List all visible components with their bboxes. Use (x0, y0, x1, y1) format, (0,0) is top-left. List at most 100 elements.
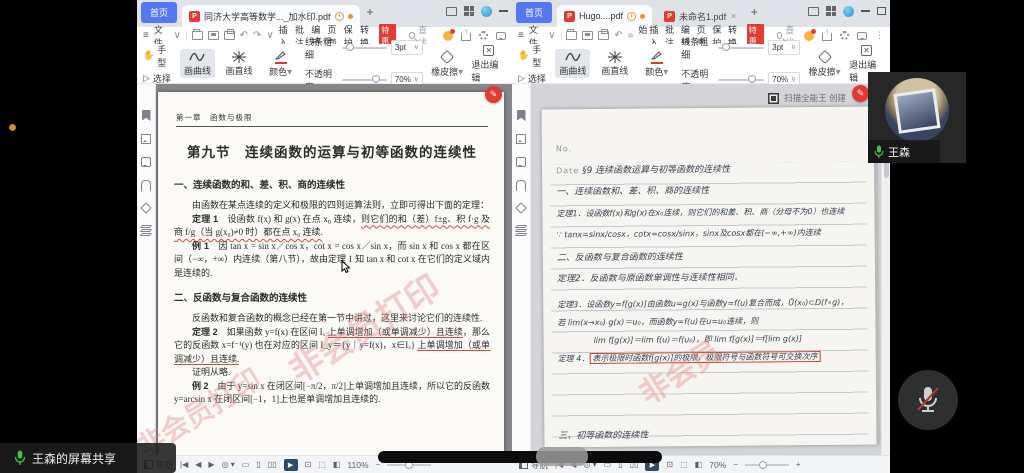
zoom-slider[interactable] (387, 464, 431, 466)
mute-microphone-button[interactable] (898, 370, 958, 430)
zoom-level[interactable]: 110% (347, 460, 368, 470)
textbook-page[interactable]: 第一章 函数与极限 第九节 连续函数的运算与初等函数的连续性 一、连续函数的和、… (158, 92, 504, 455)
handwritten-notes-page[interactable]: No. Date §9 连续函数运算与初等函数的连续性 一、连续函数和、差、积、… (542, 107, 879, 448)
scroll-pill-overlay[interactable] (378, 451, 662, 463)
attachment-icon[interactable] (141, 180, 151, 191)
print-icon[interactable] (224, 31, 235, 40)
tab-grid-icon[interactable] (464, 6, 474, 16)
notification-icon[interactable] (804, 31, 814, 41)
bookmark-icon[interactable] (517, 110, 526, 121)
single-page-view-icon[interactable] (446, 7, 457, 16)
overflow-icon[interactable]: » (628, 31, 634, 41)
two-page-icon[interactable]: ▯▯ (268, 461, 277, 469)
redo-icon[interactable]: ↷ (253, 31, 261, 41)
zoom-out-button[interactable]: − (733, 461, 738, 469)
tab-grid-icon[interactable] (826, 6, 836, 16)
close-tab-icon[interactable]: ✕ (730, 12, 737, 21)
hand-tool[interactable]: ✋手型 (143, 43, 173, 69)
attachment-icon[interactable] (516, 180, 526, 191)
view-mode-icon[interactable]: ◎ ▾ (222, 461, 235, 469)
crop-view-icon[interactable]: ⬚ (680, 461, 688, 469)
new-tab-button[interactable]: + (367, 5, 374, 19)
page-layout-icon[interactable]: ◧ (695, 461, 703, 469)
settings-gear-icon[interactable] (479, 31, 488, 40)
first-page-icon[interactable]: |◀ (180, 461, 188, 469)
comment-icon[interactable] (516, 157, 526, 167)
thumbnail-icon[interactable] (516, 134, 526, 144)
hamburger-menu-icon[interactable]: ≡ (143, 30, 149, 41)
comment-icon[interactable] (141, 157, 151, 167)
fullscreen-icon[interactable]: ⊡ (305, 461, 312, 469)
signature-icon[interactable] (140, 202, 151, 213)
eraser-tool[interactable]: 橡皮擦▾ (807, 48, 842, 79)
document-tab-title: 未命名1.pdf (679, 10, 726, 23)
play-presentation-button[interactable]: ▶ (284, 459, 298, 471)
crop-view-icon[interactable]: ⬚ (318, 461, 326, 469)
page-layout-icon[interactable]: ◧ (333, 461, 341, 469)
feedback-icon[interactable] (496, 32, 506, 40)
minimize-button[interactable] (861, 10, 870, 12)
more-menu-icon[interactable]: ⋮ (875, 30, 884, 41)
zoom-level[interactable]: 70% (709, 460, 726, 470)
notification-icon[interactable] (443, 31, 453, 41)
color-tool[interactable]: 颜色▾ (639, 48, 674, 79)
bookmark-icon[interactable] (142, 110, 151, 121)
example-2: 例 2 由于 y=sin x 在闭区间[−π/2，π/2]上单调增加且连续，所以… (174, 380, 490, 407)
webcam-tile[interactable]: 王森 (868, 72, 966, 163)
prev-page-icon[interactable]: ◀ (195, 461, 201, 469)
open-folder-icon[interactable] (192, 31, 203, 40)
open-folder-icon[interactable] (566, 31, 577, 40)
undo-icon[interactable]: ↶ (240, 31, 248, 41)
collapse-ribbon-icon[interactable]: ∨ (266, 31, 273, 41)
select-tool[interactable]: ▷选择 (143, 72, 173, 85)
screen-share-banner[interactable]: 王森的屏幕共享 (0, 443, 176, 473)
minimize-button[interactable] (499, 10, 508, 12)
curve-icon (188, 51, 206, 63)
zoom-slider[interactable] (745, 464, 789, 466)
quick-edit-fab[interactable]: ✎ (485, 86, 502, 103)
save-icon[interactable] (208, 31, 219, 40)
signature-icon[interactable] (515, 202, 526, 213)
undo-icon[interactable]: ↶ (614, 31, 622, 41)
thickness-slider[interactable] (718, 47, 764, 49)
settings-gear-icon[interactable] (840, 31, 849, 40)
close-icon: ✕ (861, 45, 872, 56)
draw-line-tool[interactable]: 画直线 (222, 49, 257, 78)
layers-icon[interactable] (516, 225, 526, 235)
select-tool[interactable]: ▷选择 (518, 72, 548, 85)
opacity-slider[interactable] (342, 79, 387, 81)
draw-curve-tool[interactable]: 画曲线 (180, 49, 215, 78)
draw-curve-tool[interactable]: 画曲线 (555, 49, 590, 78)
account-avatar[interactable] (843, 6, 854, 17)
next-page-icon[interactable]: ▶ (208, 461, 214, 469)
draw-line-tool[interactable]: 画直线 (597, 49, 632, 78)
unsaved-dot-icon (348, 14, 353, 19)
thumbnail-icon[interactable] (141, 134, 151, 144)
account-avatar[interactable] (481, 6, 492, 17)
single-page-icon[interactable]: ▯ (256, 461, 260, 469)
thickness-slider[interactable] (342, 47, 387, 49)
home-tab[interactable]: 首页 (141, 2, 177, 23)
exit-edit-button[interactable]: ✕ 退出编辑 (471, 42, 506, 85)
share-icon[interactable] (822, 33, 832, 41)
quick-edit-fab[interactable]: ✎ (852, 85, 869, 102)
hand-tool[interactable]: ✋手型 (518, 43, 548, 69)
single-page-view-icon[interactable] (808, 7, 819, 16)
feedback-icon[interactable] (857, 32, 867, 40)
zoom-in-button[interactable]: + (796, 461, 801, 469)
save-icon[interactable] (582, 31, 593, 40)
layers-icon[interactable] (141, 225, 151, 235)
fullscreen-icon[interactable]: ⊡ (666, 461, 673, 469)
fit-width-icon[interactable]: ▭ (242, 461, 250, 469)
color-tool[interactable]: 颜色▾ (263, 48, 298, 79)
eraser-tool[interactable]: 橡皮擦▾ (430, 48, 465, 79)
hamburger-menu-icon[interactable]: ≡ (518, 30, 524, 41)
thickness-dropdown[interactable]: 3pt∨ (391, 40, 423, 55)
maximize-button[interactable] (877, 7, 886, 15)
new-tab-button[interactable]: + (751, 5, 758, 19)
share-icon[interactable] (461, 33, 471, 41)
home-tab[interactable]: 首页 (516, 2, 552, 23)
print-icon[interactable] (598, 31, 609, 40)
thickness-dropdown[interactable]: 3pt∨ (768, 40, 800, 55)
opacity-slider[interactable] (718, 79, 764, 81)
